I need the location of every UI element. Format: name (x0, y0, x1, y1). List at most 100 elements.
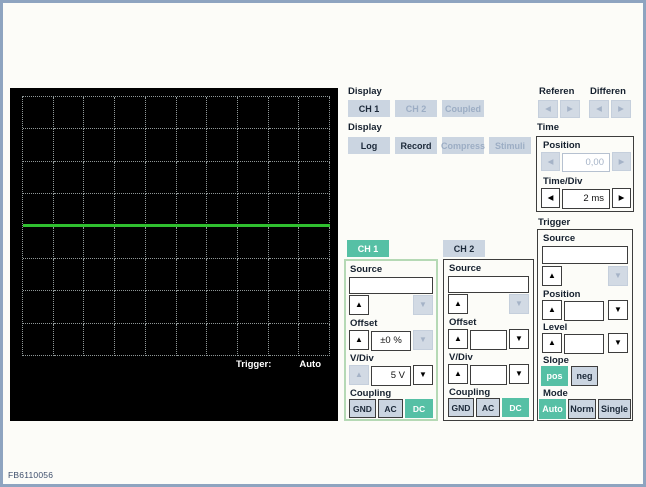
ch1-coupling-dc-button[interactable]: DC (405, 399, 433, 418)
ch1-source-down-button: ▼ (413, 295, 433, 315)
ch2-vdiv-label: V/Div (449, 352, 473, 363)
grid-cell (207, 258, 238, 292)
time-div-field[interactable] (562, 188, 610, 209)
grid-cell (23, 258, 54, 292)
grid-cell (84, 323, 116, 356)
trigger-source-up-button[interactable]: ▲ (542, 266, 562, 286)
trigger-mode-auto-button[interactable]: Auto (539, 399, 566, 419)
display-record-button[interactable]: Record (395, 137, 437, 154)
ch2-coupling-label: Coupling (449, 387, 491, 398)
trigger-position-up-button[interactable]: ▲ (542, 300, 562, 320)
time-div-decrease-button[interactable]: ◀ (541, 188, 560, 208)
trigger-position-field-wrap (564, 300, 604, 321)
ch2-source-up-button[interactable]: ▲ (448, 294, 468, 314)
trigger-level-up-button[interactable]: ▲ (542, 333, 562, 353)
grid-cell (207, 194, 238, 227)
grid-cell (23, 291, 54, 324)
ch1-offset-down-button: ▼ (413, 330, 433, 350)
grid-cell (23, 129, 54, 162)
ch1-offset-up-button[interactable]: ▲ (349, 330, 369, 350)
display-coupled-button: Coupled (442, 100, 484, 117)
down-arrow-icon: ▼ (614, 305, 622, 314)
trigger-slope-pos-button[interactable]: pos (541, 366, 568, 386)
ch2-source-down-button: ▼ (509, 294, 529, 314)
grid-cell (207, 161, 238, 195)
ch1-source-field[interactable] (349, 277, 433, 294)
trigger-source-label: Source (543, 233, 576, 244)
ch2-offset-down-button[interactable]: ▼ (509, 329, 529, 349)
grid-cell (207, 129, 238, 162)
ch1-coupling-gnd-button[interactable]: GND (349, 399, 376, 418)
grid-cell (237, 97, 269, 130)
grid-cell (299, 194, 330, 227)
trigger-position-field[interactable] (564, 300, 604, 321)
display-ch1-button[interactable]: CH 1 (348, 100, 390, 117)
grid-cell (237, 161, 269, 195)
grid-cell (84, 97, 116, 130)
up-arrow-icon: ▲ (454, 334, 462, 343)
grid-cell (268, 194, 300, 227)
time-div-increase-button[interactable]: ▶ (612, 188, 631, 208)
trigger-slope-neg-button[interactable]: neg (571, 366, 598, 386)
tab-ch2[interactable]: CH 2 (443, 240, 485, 257)
reference-next-button: ▶ (560, 100, 580, 118)
grid-cell (115, 291, 146, 324)
down-arrow-icon: ▼ (614, 271, 622, 280)
trigger-source-field[interactable] (542, 245, 628, 264)
grid-cell (145, 194, 177, 227)
up-arrow-icon: ▲ (548, 338, 556, 347)
grid-cell (145, 291, 177, 324)
down-arrow-icon: ▼ (419, 300, 427, 309)
ch2-offset-up-button[interactable]: ▲ (448, 329, 468, 349)
trigger-mode-single-button[interactable]: Single (598, 399, 631, 419)
difference-next-button: ▶ (611, 100, 631, 118)
ch1-coupling-label: Coupling (350, 388, 392, 399)
left-arrow-icon: ◀ (596, 104, 602, 114)
time-position-label: Position (543, 140, 581, 151)
trigger-mode-label: Mode (543, 388, 568, 399)
ch2-vdiv-down-button[interactable]: ▼ (509, 364, 529, 384)
grid-cell (176, 129, 208, 162)
ch2-source-field[interactable] (448, 276, 529, 293)
trigger-level-down-button[interactable]: ▼ (608, 333, 628, 353)
grid-cell (237, 323, 269, 356)
trigger-panel: Source ▲ ▼ Position ▲ ▼ Level ▲ ▼ Slope … (537, 229, 633, 421)
trigger-position-down-button[interactable]: ▼ (608, 300, 628, 320)
display-channels-label: Display (348, 86, 382, 97)
trigger-mode-norm-button[interactable]: Norm (568, 399, 596, 419)
grid-cell (268, 258, 300, 292)
ch1-offset-label: Offset (350, 318, 378, 329)
reference-label: Referen (539, 86, 575, 97)
right-arrow-icon: ▶ (618, 104, 624, 114)
ch1-vdiv-field[interactable] (371, 365, 411, 386)
ch1-coupling-ac-button[interactable]: AC (378, 399, 403, 418)
ch1-vdiv-down-button[interactable]: ▼ (413, 365, 433, 385)
trigger-section-label: Trigger (538, 217, 571, 228)
ch2-offset-field[interactable] (470, 329, 507, 350)
trigger-status: Trigger: Auto (236, 359, 321, 370)
grid-cell (268, 291, 300, 324)
ch1-source-up-button[interactable]: ▲ (349, 295, 369, 315)
ch2-coupling-gnd-button[interactable]: GND (448, 398, 474, 417)
ch2-coupling-dc-button[interactable]: DC (502, 398, 529, 417)
time-div-label: Time/Div (543, 176, 583, 187)
grid-cell (268, 129, 300, 162)
ch1-offset-field[interactable] (371, 330, 411, 351)
grid-cell (145, 129, 177, 162)
grid-cell (53, 291, 85, 324)
grid-cell (84, 226, 116, 259)
grid-cell (176, 258, 208, 292)
ch2-vdiv-up-button[interactable]: ▲ (448, 364, 468, 384)
grid-cell (145, 226, 177, 259)
ch2-coupling-ac-button[interactable]: AC (476, 398, 500, 417)
trigger-level-field[interactable] (564, 333, 604, 354)
grid-cell (53, 129, 85, 162)
ch2-vdiv-field[interactable] (470, 364, 507, 385)
display-compress-button: Compress (441, 137, 485, 154)
display-log-button[interactable]: Log (348, 137, 390, 154)
tab-ch1[interactable]: CH 1 (347, 240, 389, 257)
grid-cell (268, 323, 300, 356)
grid-cell (115, 194, 146, 227)
down-arrow-icon: ▼ (515, 334, 523, 343)
trigger-position-label: Position (543, 289, 581, 300)
